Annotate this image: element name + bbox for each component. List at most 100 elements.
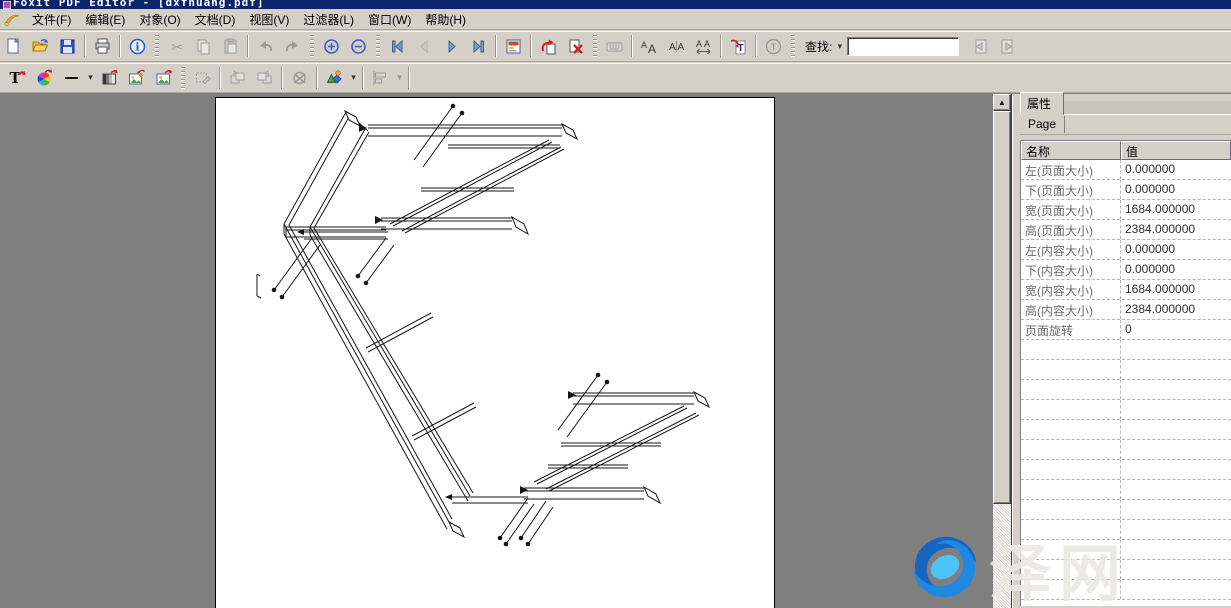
table-row-empty — [1021, 580, 1231, 600]
toolbar-separator — [281, 67, 283, 89]
delete-object-button[interactable] — [286, 65, 313, 91]
prop-value-cell[interactable]: 0.000000 — [1121, 160, 1231, 179]
toolbar-separator — [495, 35, 497, 57]
prop-value-cell[interactable]: 1684.000000 — [1121, 280, 1231, 299]
prop-name-cell — [1021, 540, 1121, 559]
delete-page-button[interactable] — [562, 33, 589, 59]
print-button[interactable] — [89, 33, 116, 59]
prop-value-cell[interactable]: 0.000000 — [1121, 180, 1231, 199]
table-row[interactable]: 下(内容大小)0.000000 — [1021, 260, 1231, 280]
prev-page-button[interactable] — [411, 33, 438, 59]
line-tool-button[interactable] — [58, 65, 85, 91]
prop-name-cell: 下(内容大小) — [1021, 260, 1121, 279]
keyboard-button[interactable] — [601, 33, 628, 59]
first-page-button[interactable] — [384, 33, 411, 59]
page-layout-button[interactable] — [500, 33, 527, 59]
menu-item-6[interactable]: 窗口(W) — [361, 9, 418, 30]
table-row-empty — [1021, 380, 1231, 400]
new-document-button[interactable] — [0, 33, 27, 59]
redo-button[interactable] — [279, 33, 306, 59]
prop-value-cell[interactable]: 0.000000 — [1121, 260, 1231, 279]
zoom-in-button[interactable] — [318, 33, 345, 59]
menu-item-7[interactable]: 帮助(H) — [418, 9, 473, 30]
find-input[interactable] — [847, 37, 959, 56]
prop-value-cell[interactable]: 0.000000 — [1121, 240, 1231, 259]
table-row-empty — [1021, 460, 1231, 480]
table-row[interactable]: 左(内容大小)0.000000 — [1021, 240, 1231, 260]
shapes-caret[interactable]: ▾ — [348, 67, 359, 89]
text-circle-button[interactable]: T — [760, 33, 787, 59]
toolbar-gripper[interactable] — [310, 35, 314, 57]
send-backward-button[interactable] — [251, 65, 278, 91]
table-row[interactable]: 下(页面大小)0.000000 — [1021, 180, 1231, 200]
align-caret[interactable]: ▾ — [394, 67, 405, 89]
line-tool-caret[interactable]: ▾ — [85, 67, 96, 89]
text-spacing-button[interactable]: AA — [690, 33, 717, 59]
toolbar-gripper[interactable] — [155, 35, 159, 57]
prop-value-cell[interactable]: 2384.000000 — [1121, 220, 1231, 239]
vertical-scrollbar[interactable]: ▲ — [993, 94, 1011, 608]
tab-page[interactable]: Page — [1020, 116, 1065, 133]
cut-button[interactable]: ✂ — [163, 33, 190, 59]
find-prev-page-button[interactable] — [967, 33, 994, 59]
menu-item-0[interactable]: 文件(F) — [25, 9, 78, 30]
table-row[interactable]: 宽(页面大小)1684.000000 — [1021, 200, 1231, 220]
add-shading-button[interactable] — [96, 65, 123, 91]
undo-button[interactable] — [252, 33, 279, 59]
rotate-page-button[interactable] — [535, 33, 562, 59]
copy-button[interactable] — [190, 33, 217, 59]
find-history-caret[interactable]: ▾ — [834, 35, 845, 57]
menu-item-1[interactable]: 编辑(E) — [78, 9, 132, 30]
text-case-button[interactable]: AA — [636, 33, 663, 59]
open-file-button[interactable] — [27, 33, 54, 59]
table-row[interactable]: 高(页面大小)2384.000000 — [1021, 220, 1231, 240]
bring-forward-button[interactable] — [224, 65, 251, 91]
prop-value-cell — [1121, 340, 1231, 359]
scroll-up-button[interactable]: ▲ — [993, 94, 1011, 111]
edit-object-button[interactable] — [189, 65, 216, 91]
panel-caption-tab[interactable]: 属性 — [1020, 92, 1064, 115]
add-image-button[interactable] — [150, 65, 177, 91]
table-row[interactable]: 高(内容大小)2384.000000 — [1021, 300, 1231, 320]
prop-value-cell[interactable]: 2384.000000 — [1121, 300, 1231, 319]
import-text-button[interactable]: T — [725, 33, 752, 59]
scrollbar-thumb[interactable] — [993, 111, 1011, 504]
prop-value-cell — [1121, 580, 1231, 599]
next-page-button[interactable] — [438, 33, 465, 59]
document-system-menu-icon[interactable] — [3, 11, 21, 27]
table-row[interactable]: 页面旋转0 — [1021, 320, 1231, 340]
document-canvas[interactable] — [0, 94, 993, 608]
toolbar-gripper[interactable] — [181, 67, 185, 89]
app-icon[interactable] — [3, 1, 11, 9]
add-text-button[interactable]: T — [4, 65, 31, 91]
menu-item-3[interactable]: 文档(D) — [188, 9, 243, 30]
shapes-tool-button[interactable] — [321, 65, 348, 91]
info-button[interactable]: i — [124, 33, 151, 59]
add-color-button[interactable] — [31, 65, 58, 91]
menu-item-2[interactable]: 对象(O) — [132, 9, 187, 30]
find-next-page-button[interactable] — [994, 33, 1021, 59]
menu-item-5[interactable]: 过滤器(L) — [296, 9, 361, 30]
edit-image-button[interactable] — [123, 65, 150, 91]
paste-button[interactable] — [217, 33, 244, 59]
toolbar-gripper[interactable] — [593, 35, 597, 57]
prop-value-cell[interactable]: 1684.000000 — [1121, 200, 1231, 219]
prop-value-cell[interactable]: 0 — [1121, 320, 1231, 339]
pdf-page[interactable] — [215, 97, 775, 608]
column-header-value[interactable]: 值 — [1121, 141, 1231, 160]
toolbar-gripper[interactable] — [376, 35, 380, 57]
toolbar-gripper[interactable] — [791, 35, 795, 57]
table-row-empty — [1021, 440, 1231, 460]
menu-item-4[interactable]: 视图(V) — [242, 9, 296, 30]
table-row-empty — [1021, 560, 1231, 580]
text-pair-button[interactable]: AA — [663, 33, 690, 59]
prop-value-cell — [1121, 380, 1231, 399]
table-row[interactable]: 宽(内容大小)1684.000000 — [1021, 280, 1231, 300]
column-header-name[interactable]: 名称 — [1021, 141, 1121, 160]
table-row[interactable]: 左(页面大小)0.000000 — [1021, 160, 1231, 180]
prop-name-cell: 高(内容大小) — [1021, 300, 1121, 319]
last-page-button[interactable] — [465, 33, 492, 59]
zoom-out-button[interactable] — [345, 33, 372, 59]
align-tool-button[interactable] — [367, 65, 394, 91]
save-button[interactable] — [54, 33, 81, 59]
